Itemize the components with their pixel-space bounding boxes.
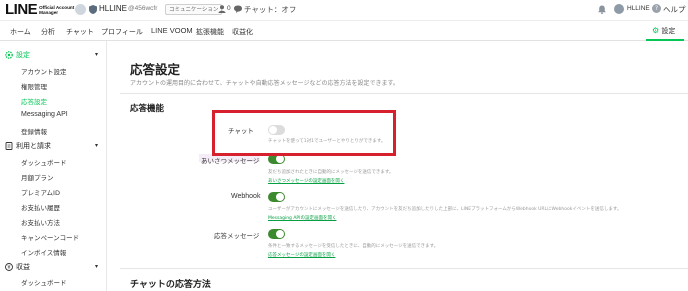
- nav-extensions[interactable]: 拡張機能: [196, 27, 224, 37]
- greeting-message-label: あいさつメッセージ: [201, 157, 260, 165]
- nav-settings[interactable]: ⚙ 設定: [652, 26, 675, 36]
- shield-icon: [89, 5, 97, 14]
- divider: [120, 93, 688, 94]
- logo-subtitle: Official Account Manager: [39, 5, 74, 15]
- sidebar-item-revenue-dashboard[interactable]: ダッシュボード: [21, 277, 67, 287]
- sidebar-item-payment-method[interactable]: お支払い方法: [21, 217, 60, 227]
- sidebar-section-label: 設定: [16, 51, 30, 59]
- sidebar: 設定 ▾ アカウント設定 権限管理 応答設定 Messaging API 登録情…: [0, 41, 107, 291]
- chevron-down-icon[interactable]: ▾: [95, 51, 98, 58]
- main-nav: ホーム 分析 チャット プロフィール LINE VOOM 拡張機能 収益化 ⚙ …: [0, 21, 688, 41]
- help-link[interactable]: ヘルプ: [663, 4, 686, 15]
- greeting-message-description: 友だち追加されたときに自動的にメッセージを送信できます。: [268, 170, 394, 175]
- main-content: 応答設定 アカウントの運用目的に合わせて、チャットや自動応答メッセージなどの応答…: [108, 41, 688, 291]
- nav-home[interactable]: ホーム: [10, 27, 31, 37]
- sidebar-section-settings[interactable]: 設定: [5, 50, 30, 60]
- plan-badge: コミュニケーション: [165, 4, 223, 15]
- divider: [120, 268, 688, 269]
- auto-response-label: 応答メッセージ: [214, 232, 260, 240]
- friend-count: 0: [227, 5, 231, 12]
- sidebar-item-registration[interactable]: 登録情報: [21, 126, 47, 136]
- webhook-description: ユーザーがアカウントにメッセージを送信したり、アカウントを友だち追加したりした上…: [268, 207, 622, 212]
- logo-subtitle-line2: Manager: [39, 9, 59, 15]
- account-avatar[interactable]: [75, 4, 86, 15]
- toggle-knob: [276, 193, 284, 201]
- greeting-message-settings-link[interactable]: あいさつメッセージの設定画面を開く: [268, 178, 344, 184]
- auto-response-toggle[interactable]: [268, 229, 285, 239]
- nav-settings-label: 設定: [661, 27, 676, 35]
- toggle-knob: [276, 230, 284, 238]
- webhook-label: Webhook: [231, 193, 261, 200]
- sidebar-item-premium-id[interactable]: プレミアムID: [21, 187, 60, 197]
- sidebar-item-account-settings[interactable]: アカウント設定: [21, 66, 67, 76]
- user-name[interactable]: HLLINE: [627, 5, 650, 12]
- logo-wordmark: LINE: [5, 1, 38, 18]
- coin-icon: ¥: [5, 263, 13, 271]
- nav-chat[interactable]: チャット: [66, 27, 94, 37]
- nav-profile[interactable]: プロフィール: [101, 27, 143, 37]
- sidebar-item-campaign-code[interactable]: キャンペーンコード: [21, 232, 79, 242]
- auto-response-description: 条件と一致するメッセージを受信したときに、自動的にメッセージを送信できます。: [268, 244, 439, 249]
- section-title-chat-method: チャットの応答方法: [130, 280, 211, 290]
- sidebar-item-permissions[interactable]: 権限管理: [21, 81, 47, 91]
- page-title: 応答設定: [130, 62, 181, 77]
- line-oa-logo[interactable]: LINE Official Account Manager: [5, 2, 74, 17]
- sidebar-section-label: 利用と請求: [16, 142, 51, 150]
- sidebar-item-billing-dashboard[interactable]: ダッシュボード: [21, 157, 67, 167]
- account-id: @456wcfr: [128, 5, 158, 12]
- nav-line-voom[interactable]: LINE VOOM: [151, 26, 193, 35]
- account-name[interactable]: HLLINE: [99, 4, 127, 13]
- toggle-knob: [276, 155, 284, 163]
- sidebar-item-monthly-plan[interactable]: 月額プラン: [21, 172, 54, 182]
- sidebar-item-payment-history[interactable]: お支払い履歴: [21, 202, 60, 212]
- sidebar-section-label: 収益: [16, 263, 30, 271]
- document-icon: [5, 142, 13, 150]
- nav-analytics[interactable]: 分析: [41, 27, 55, 37]
- top-bar: LINE Official Account Manager HLLINE @45…: [0, 0, 688, 21]
- webhook-toggle[interactable]: [268, 192, 285, 202]
- help-icon[interactable]: ?: [652, 4, 661, 13]
- bell-icon[interactable]: [598, 5, 606, 14]
- section-title-features: 応答機能: [130, 104, 165, 114]
- messaging-api-settings-link[interactable]: Messaging APIの設定画面を開く: [268, 215, 336, 221]
- gear-icon: ⚙: [652, 26, 660, 35]
- auto-response-settings-link[interactable]: 応答メッセージの設定画面を開く: [268, 252, 335, 258]
- nav-monetization[interactable]: 収益化: [232, 27, 253, 37]
- page-description: アカウントの運用目的に合わせて、チャットや自動応答メッセージなどの応答方法を設定…: [130, 80, 399, 87]
- sidebar-section-revenue[interactable]: ¥ 収益: [5, 262, 30, 272]
- chat-status[interactable]: チャット：オフ: [244, 4, 296, 15]
- sidebar-item-invoice-info[interactable]: インボイス情報: [21, 247, 66, 257]
- svg-text:¥: ¥: [7, 265, 10, 271]
- person-icon: [218, 5, 226, 13]
- gear-icon: [5, 51, 13, 59]
- chevron-down-icon[interactable]: ▾: [95, 142, 98, 149]
- sidebar-item-messaging-api[interactable]: Messaging API: [21, 111, 68, 118]
- chat-bubble-icon: [234, 5, 242, 13]
- sidebar-section-billing[interactable]: 利用と請求: [5, 141, 51, 151]
- user-avatar[interactable]: [614, 4, 624, 14]
- sidebar-item-response-settings[interactable]: 応答設定: [21, 96, 47, 106]
- chevron-down-icon[interactable]: ▾: [95, 263, 98, 270]
- highlight-annotation-box: [212, 110, 396, 156]
